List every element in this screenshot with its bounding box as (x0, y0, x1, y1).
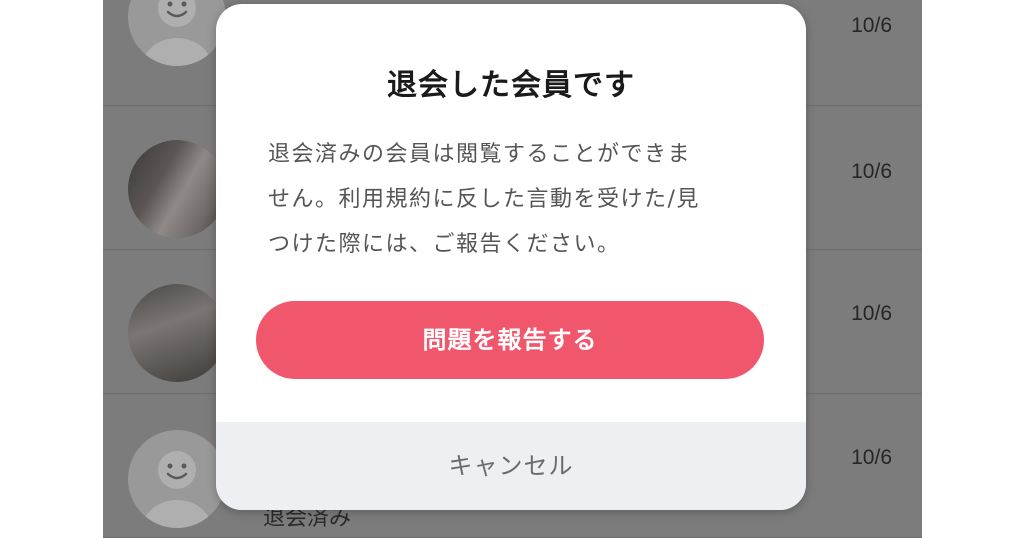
avatar-body-shape (142, 500, 212, 528)
dialog-title: 退会した会員です (387, 68, 635, 103)
user-photo-avatar (128, 284, 226, 382)
user-photo-avatar (128, 140, 226, 238)
screenshot-frame: 10/6 10/6 10/6 10/6 退会済み 退会した会員です 退会済みの会… (0, 0, 1024, 538)
smiley-face-icon (158, 451, 196, 489)
smiley-face-icon (158, 0, 196, 27)
message-date: 10/6 (851, 302, 892, 325)
report-problem-button[interactable]: 問題を報告する (256, 301, 764, 379)
dialog-message: 退会済みの会員は閲覧することができま せん。利用規約に反した言動を受けた/見 つ… (268, 132, 754, 267)
dialog-message-line: 退会済みの会員は閲覧することができま (268, 142, 692, 167)
message-date: 10/6 (851, 446, 892, 469)
dialog-message-line: つけた際には、ご報告ください。 (268, 232, 621, 257)
avatar-body-shape (142, 38, 212, 66)
default-avatar-icon (128, 430, 226, 528)
default-avatar-icon (128, 0, 226, 66)
message-date: 10/6 (851, 14, 892, 37)
message-date: 10/6 (851, 160, 892, 183)
dialog-message-line: せん。利用規約に反した言動を受けた/見 (268, 187, 700, 212)
cancel-button[interactable]: キャンセル (216, 422, 806, 510)
withdrawn-member-dialog: 退会した会員です 退会済みの会員は閲覧することができま せん。利用規約に反した言… (216, 4, 806, 510)
